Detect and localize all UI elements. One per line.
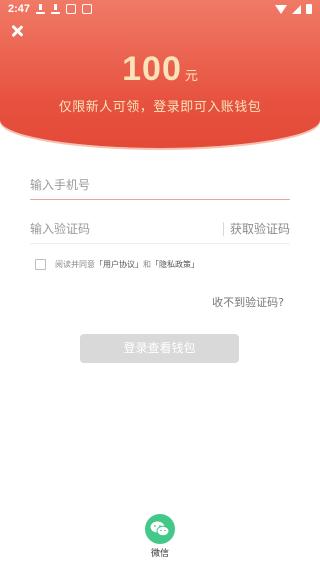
wechat-icon	[150, 521, 170, 537]
notification-app-icon	[82, 4, 93, 14]
reward-amount: 100 元	[0, 50, 320, 89]
privacy-policy-link[interactable]: 「隐私政策」	[151, 259, 199, 270]
download-icon	[51, 4, 61, 14]
user-agreement-link[interactable]: 「用户协议」	[95, 259, 143, 270]
code-field: 获取验证码	[30, 214, 290, 244]
agreement-and: 和	[143, 260, 151, 269]
agreement-prefix: 阅读并同意	[55, 260, 95, 269]
divider	[222, 221, 224, 236]
wechat-label: 微信	[150, 549, 169, 559]
status-time: 2:47	[8, 3, 31, 15]
amount-unit: 元	[184, 69, 198, 84]
phone-input[interactable]	[30, 170, 290, 199]
notification-app-icon	[66, 4, 77, 14]
reward-header: 2:47 100 元 仅限新人可领，登录即可入账钱包	[0, 0, 320, 148]
no-code-link[interactable]: 收不到验证码?	[212, 294, 284, 310]
get-code-button[interactable]: 获取验证码	[230, 220, 290, 237]
download-icon	[36, 4, 46, 14]
signal-icon	[292, 4, 301, 14]
reward-subtitle: 仅限新人可领，登录即可入账钱包	[58, 100, 262, 115]
battery-icon	[306, 4, 312, 14]
close-icon[interactable]	[10, 24, 24, 38]
agreement-checkbox[interactable]	[35, 259, 46, 270]
wechat-login-button[interactable]	[145, 514, 175, 544]
agreement-row: 阅读并同意 「用户协议」 和 「隐私政策」	[35, 259, 199, 270]
login-button[interactable]: 登录查看钱包	[80, 334, 239, 363]
wifi-icon	[275, 4, 287, 14]
status-bar: 2:47	[0, 0, 320, 18]
code-input[interactable]	[30, 214, 223, 243]
amount-value: 100	[122, 50, 182, 88]
phone-field	[30, 170, 290, 200]
